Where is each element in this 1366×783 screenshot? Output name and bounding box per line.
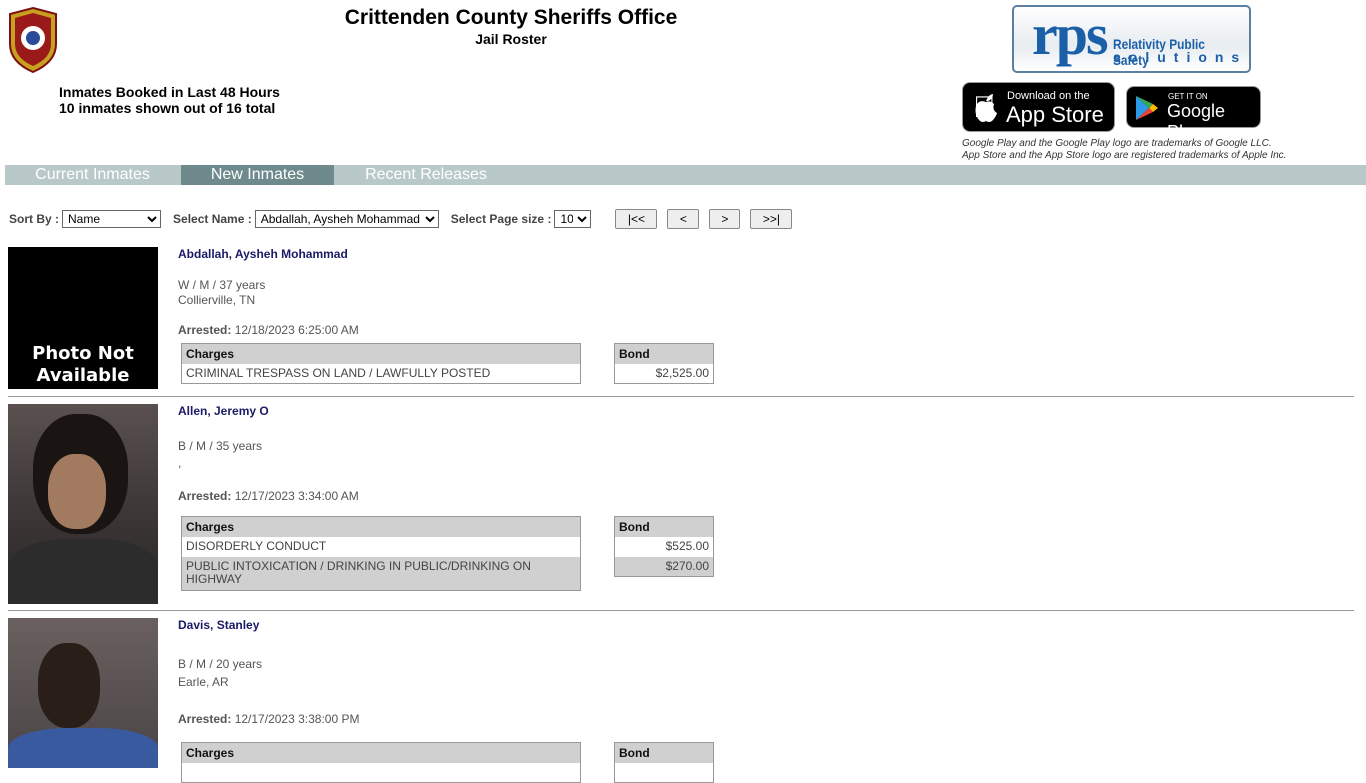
sort-select[interactable]: Name bbox=[62, 210, 162, 228]
tab-recent-releases[interactable]: Recent Releases bbox=[335, 165, 517, 185]
tab-new-inmates[interactable]: New Inmates bbox=[181, 165, 334, 185]
charges-table: Charges DISORDERLY CONDUCT PUBLIC INTOXI… bbox=[181, 516, 581, 591]
tab-current-inmates[interactable]: Current Inmates bbox=[5, 165, 180, 185]
inmate-photo[interactable] bbox=[8, 618, 158, 768]
arrest-info: Arrested: 12/17/2023 3:34:00 AM bbox=[178, 489, 359, 503]
bond-cell: $270.00 bbox=[614, 556, 714, 577]
next-page-button[interactable]: > bbox=[709, 209, 741, 229]
charges-table: Charges bbox=[181, 742, 581, 783]
charges-table: Charges CRIMINAL TRESPASS ON LAND / LAWF… bbox=[181, 343, 581, 384]
inmate-name[interactable]: Abdallah, Aysheh Mohammad bbox=[178, 247, 348, 261]
inmate-city: , bbox=[178, 456, 182, 470]
sort-label: Sort By : bbox=[9, 212, 60, 226]
bond-table: Bond $525.00 $270.00 bbox=[614, 516, 714, 577]
inmate-photo[interactable] bbox=[8, 404, 158, 604]
bond-cell: $525.00 bbox=[665, 539, 709, 553]
charge-cell: PUBLIC INTOXICATION / DRINKING IN PUBLIC… bbox=[181, 556, 581, 591]
google-play-button[interactable]: GET IT ON Google Play bbox=[1126, 86, 1261, 142]
apple-icon bbox=[975, 94, 997, 122]
prev-page-button[interactable]: < bbox=[667, 209, 700, 229]
toolbar: Sort By : Name Select Name : Abdallah, A… bbox=[9, 209, 793, 229]
trademark-notice: Google Play and the Google Play logo are… bbox=[962, 138, 1287, 161]
arrest-info: Arrested: 12/18/2023 6:25:00 AM bbox=[178, 323, 359, 337]
charge-cell: CRIMINAL TRESPASS ON LAND / LAWFULLY POS… bbox=[186, 365, 491, 380]
inmate-name[interactable]: Davis, Stanley bbox=[178, 618, 259, 632]
inmate-demographics: B / M / 35 years bbox=[178, 439, 263, 453]
rps-logo[interactable]: rps Relativity Public Safety solutions bbox=[1012, 5, 1251, 73]
booked-info: Inmates Booked in Last 48 Hours bbox=[59, 84, 280, 100]
page-size-label: Select Page size : bbox=[450, 212, 552, 226]
inmate-name[interactable]: Allen, Jeremy O bbox=[178, 404, 269, 418]
first-page-button[interactable]: |<< bbox=[615, 209, 658, 229]
name-select[interactable]: Abdallah, Aysheh Mohammad bbox=[254, 210, 439, 228]
google-play-icon bbox=[1136, 96, 1158, 120]
count-info: 10 inmates shown out of 16 total bbox=[59, 100, 276, 116]
bond-cell: $2,525.00 bbox=[655, 365, 709, 380]
name-label: Select Name : bbox=[173, 212, 252, 226]
inmate-demographics: W / M / 37 years bbox=[178, 278, 266, 292]
last-page-button[interactable]: >>| bbox=[750, 209, 793, 229]
inmate-city: Collierville, TN bbox=[178, 293, 256, 307]
divider bbox=[8, 610, 1354, 611]
page-size-select[interactable]: 10 bbox=[554, 210, 592, 228]
inmate-city: Earle, AR bbox=[178, 675, 229, 689]
inmate-photo[interactable]: Photo Not Available bbox=[8, 247, 158, 389]
bond-table: Bond $2,525.00 bbox=[614, 343, 714, 384]
inmate-demographics: B / M / 20 years bbox=[178, 657, 263, 671]
bond-table: Bond bbox=[614, 742, 714, 783]
page-title: Crittenden County Sheriffs Office bbox=[344, 6, 678, 29]
tab-bar: Current Inmates New Inmates Recent Relea… bbox=[5, 165, 1366, 185]
divider bbox=[8, 396, 1354, 397]
page-subtitle: Jail Roster bbox=[475, 31, 547, 47]
arrest-info: Arrested: 12/17/2023 3:38:00 PM bbox=[178, 712, 360, 726]
app-store-button[interactable]:  Download on the App Store bbox=[962, 82, 1115, 132]
charge-cell: DISORDERLY CONDUCT bbox=[186, 539, 327, 553]
